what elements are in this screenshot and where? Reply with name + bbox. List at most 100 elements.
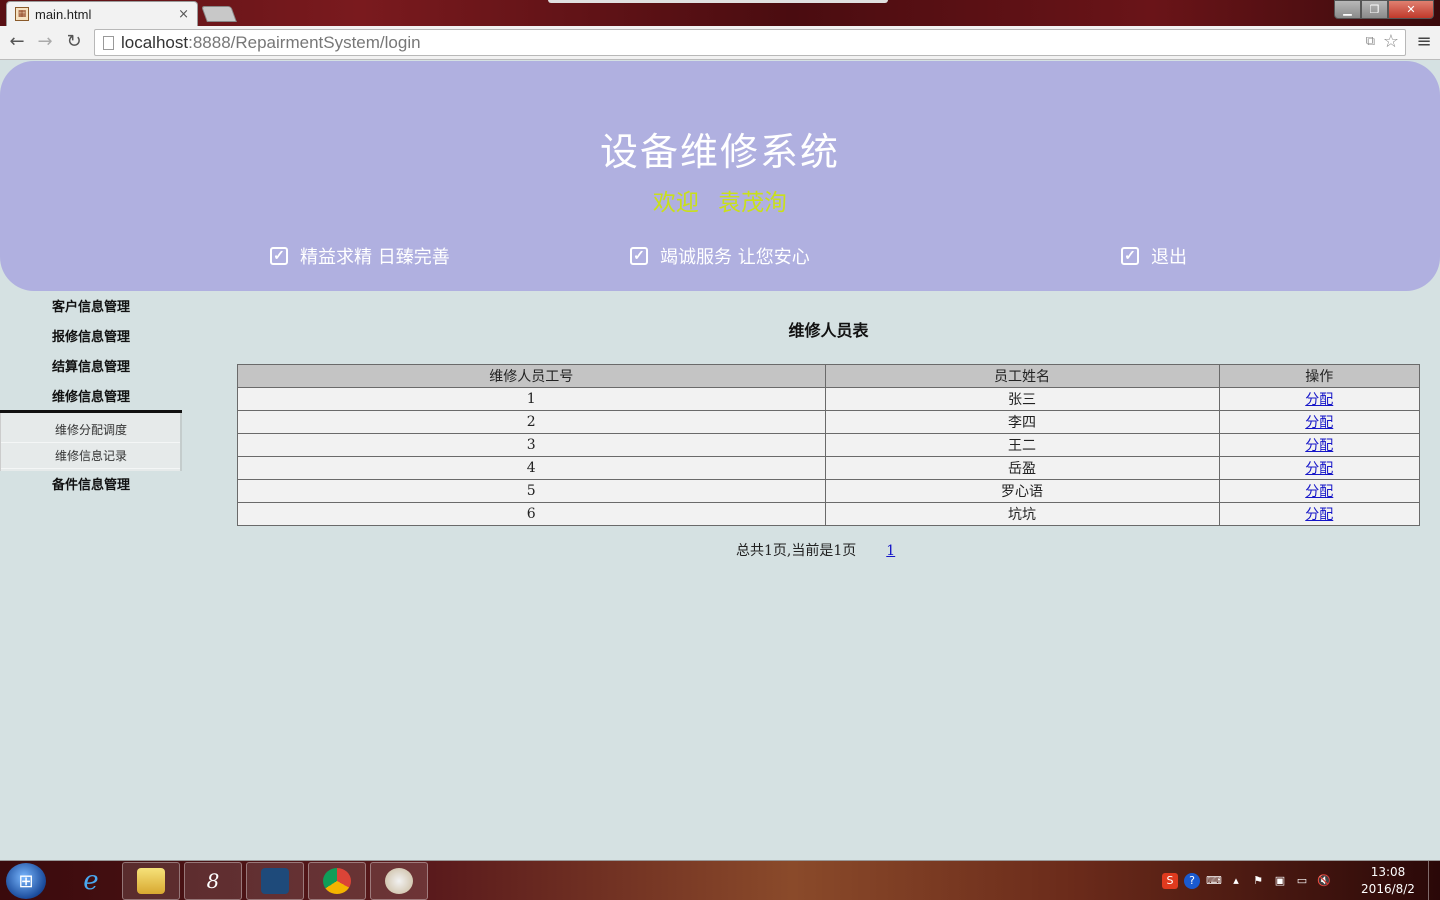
- logout-link[interactable]: ✓ 退出: [1121, 243, 1187, 269]
- clock-time: 13:08: [1370, 865, 1406, 879]
- column-header-staff-name: 员工姓名: [824, 364, 1220, 388]
- submenu-item-dispatch[interactable]: 维修分配调度: [1, 417, 180, 443]
- volume-muted-icon[interactable]: 🔇: [1316, 873, 1332, 889]
- sidebar-item-settlement[interactable]: 结算信息管理: [0, 353, 182, 383]
- slogan-1-text: 精益求精 日臻完善: [300, 247, 450, 268]
- cell-staff-name: 张三: [824, 387, 1220, 411]
- browser-title-bar: ▦ main.html × ▁ ❐ ✕: [0, 0, 1440, 26]
- sidebar-item-repair-info[interactable]: 维修信息管理: [0, 383, 182, 413]
- address-bar[interactable]: localhost:8888/RepairmentSystem/login ⧉ …: [94, 29, 1406, 56]
- back-arrow-icon[interactable]: ←: [6, 31, 28, 53]
- sidebar-item-customer[interactable]: 客户信息管理: [0, 293, 182, 323]
- cell-action: 分配: [1218, 410, 1421, 434]
- browser-toolbar: ← → ↻ localhost:8888/RepairmentSystem/lo…: [0, 26, 1440, 60]
- minimize-button[interactable]: ▁: [1334, 0, 1361, 19]
- eclipse-app-icon[interactable]: 8: [184, 862, 242, 900]
- tray-expand-icon[interactable]: ▴: [1228, 873, 1244, 889]
- file-explorer-icon[interactable]: [122, 862, 180, 900]
- system-title: 设备维修系统: [599, 130, 840, 174]
- table-header-row: 维修人员工号 员工姓名 操作: [237, 364, 1421, 388]
- assign-link[interactable]: 分配: [1305, 484, 1333, 500]
- table-row: 4 岳盈 分配: [237, 456, 1421, 480]
- url-text: localhost:8888/RepairmentSystem/login: [121, 33, 421, 53]
- submenu-item-records[interactable]: 维修信息记录: [1, 443, 180, 469]
- column-header-staff-id: 维修人员工号: [237, 364, 826, 388]
- checkbox-icon: ✓: [270, 247, 288, 265]
- bookmark-star-icon[interactable]: ☆: [1383, 31, 1399, 52]
- mysql-workbench-icon[interactable]: [246, 862, 304, 900]
- taskbar-clock[interactable]: 13:08 2016/8/2: [1356, 864, 1420, 898]
- sidebar-item-spare-parts[interactable]: 备件信息管理: [0, 471, 182, 501]
- table-row: 1 张三 分配: [237, 387, 1421, 411]
- cell-staff-id: 1: [237, 387, 826, 411]
- assign-link[interactable]: 分配: [1305, 392, 1333, 408]
- cell-action: 分配: [1218, 479, 1421, 503]
- system-tray: S ? ⌨ ▴ ⚑ ▣ ▭ 🔇: [1162, 869, 1332, 893]
- cell-action: 分配: [1218, 502, 1421, 526]
- cell-staff-id: 5: [237, 479, 826, 503]
- page-link-1[interactable]: 1: [886, 543, 895, 559]
- title-bar-strip: [548, 0, 888, 3]
- assign-link[interactable]: 分配: [1305, 415, 1333, 431]
- slogan-2: ✓ 竭诚服务 让您安心: [630, 243, 810, 269]
- user-name: 袁茂洵: [718, 190, 788, 216]
- checkbox-icon: ✓: [630, 247, 648, 265]
- cell-staff-name: 岳盈: [824, 456, 1220, 480]
- translate-icon[interactable]: ⧉: [1366, 34, 1375, 49]
- sidebar-item-repair-report[interactable]: 报修信息管理: [0, 323, 182, 353]
- pagination: 总共1页,当前是1页 1: [736, 540, 895, 560]
- network-icon[interactable]: ▭: [1294, 873, 1310, 889]
- table-row: 6 坑坑 分配: [237, 502, 1421, 526]
- forward-arrow-icon[interactable]: →: [34, 31, 56, 53]
- cell-staff-id: 4: [237, 456, 826, 480]
- url-path: :8888/RepairmentSystem/login: [188, 32, 421, 52]
- windows-taskbar: ⊞ e 8 S ? ⌨ ▴ ⚑ ▣ ▭ 🔇 13:08 2016/8/2: [0, 860, 1440, 900]
- chrome-icon[interactable]: [308, 862, 366, 900]
- tab-title: main.html: [35, 6, 92, 22]
- usb-device-icon[interactable]: ▣: [1272, 873, 1288, 889]
- page-content: 设备维修系统 欢迎 袁茂洵 ✓ 精益求精 日臻完善 ✓ 竭诚服务 让您安心 ✓ …: [0, 61, 1440, 860]
- pagination-summary: 总共1页,当前是1页: [736, 543, 857, 559]
- cell-staff-id: 2: [237, 410, 826, 434]
- browser-menu-icon[interactable]: ≡: [1416, 32, 1432, 52]
- slogan-1: ✓ 精益求精 日臻完善: [270, 243, 450, 269]
- cell-action: 分配: [1218, 433, 1421, 457]
- reload-icon[interactable]: ↻: [63, 31, 85, 53]
- cell-action: 分配: [1218, 387, 1421, 411]
- cell-staff-name: 王二: [824, 433, 1220, 457]
- sidebar-menu: 客户信息管理 报修信息管理 结算信息管理 维修信息管理 维修分配调度 维修信息记…: [0, 293, 182, 501]
- table-row: 2 李四 分配: [237, 410, 1421, 434]
- keyboard-icon[interactable]: ⌨: [1206, 873, 1222, 889]
- sogou-input-icon[interactable]: S: [1162, 873, 1178, 889]
- table-title: 维修人员表: [788, 321, 869, 340]
- browser-tab-main[interactable]: ▦ main.html ×: [6, 1, 198, 26]
- logout-text[interactable]: 退出: [1151, 243, 1187, 269]
- table-row: 5 罗心语 分配: [237, 479, 1421, 503]
- action-center-icon[interactable]: ⚑: [1250, 873, 1266, 889]
- start-button[interactable]: ⊞: [6, 863, 46, 899]
- welcome-label: 欢迎: [652, 190, 699, 216]
- maximize-button[interactable]: ❐: [1361, 0, 1388, 19]
- tab-close-icon[interactable]: ×: [178, 7, 189, 22]
- assign-link[interactable]: 分配: [1305, 461, 1333, 477]
- table-row: 3 王二 分配: [237, 433, 1421, 457]
- repair-staff-table: 维修人员工号 员工姓名 操作 1 张三 分配 2 李四 分配 3 王二 分配 4…: [237, 364, 1421, 526]
- cell-staff-name: 罗心语: [824, 479, 1220, 503]
- paint-app-icon[interactable]: [370, 862, 428, 900]
- new-tab-button[interactable]: [201, 6, 237, 22]
- cell-staff-id: 6: [237, 502, 826, 526]
- help-icon[interactable]: ?: [1184, 873, 1200, 889]
- cell-staff-name: 李四: [824, 410, 1220, 434]
- assign-link[interactable]: 分配: [1305, 438, 1333, 454]
- checkbox-icon: ✓: [1121, 247, 1139, 265]
- close-window-button[interactable]: ✕: [1388, 0, 1434, 19]
- cell-staff-name: 坑坑: [824, 502, 1220, 526]
- show-desktop-button[interactable]: [1428, 861, 1440, 900]
- internet-explorer-icon[interactable]: e: [62, 862, 120, 900]
- cell-staff-id: 3: [237, 433, 826, 457]
- page-icon: [103, 35, 114, 50]
- welcome-line: 欢迎 袁茂洵: [0, 183, 1440, 217]
- column-header-action: 操作: [1218, 364, 1421, 388]
- assign-link[interactable]: 分配: [1305, 507, 1333, 523]
- repair-info-submenu: 维修分配调度 维修信息记录: [0, 413, 182, 471]
